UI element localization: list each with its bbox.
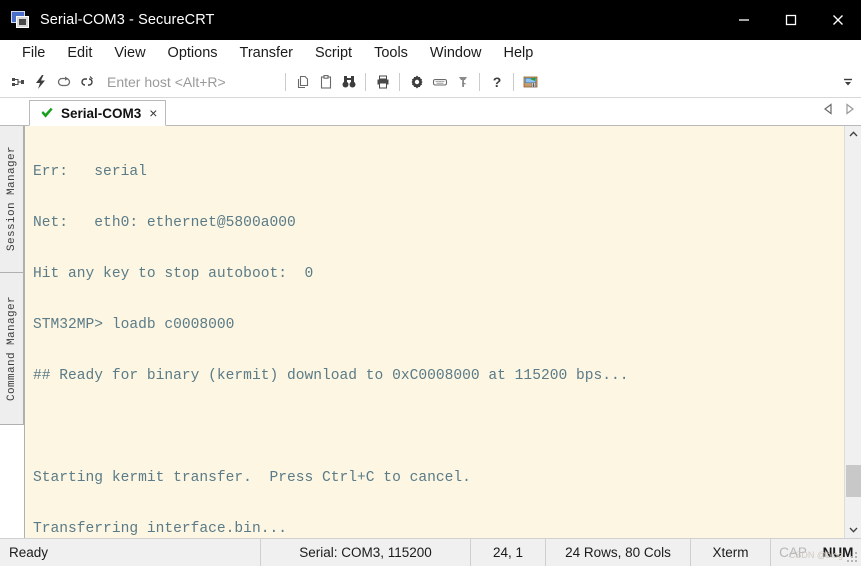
toolbar-separator [399, 73, 400, 91]
scroll-down-chevron-icon[interactable] [844, 521, 861, 538]
status-emulation: Xterm [690, 538, 770, 566]
close-button[interactable] [814, 0, 861, 40]
status-ready: Ready [9, 545, 49, 560]
scrollbar-thumb[interactable] [845, 465, 861, 497]
toolbar-separator [513, 73, 514, 91]
menu-edit[interactable]: Edit [56, 43, 103, 65]
minimize-button[interactable] [720, 0, 767, 40]
tab-scroll-left-icon[interactable] [823, 102, 834, 120]
status-connection: Serial: COM3, 115200 [260, 538, 470, 566]
paste-icon[interactable] [314, 71, 337, 94]
menu-window[interactable]: Window [419, 43, 493, 65]
menu-script[interactable]: Script [304, 43, 363, 65]
terminal-line: Hit any key to stop autoboot: 0 [33, 266, 314, 282]
title-bar: Serial-COM3 - SecureCRT [0, 0, 861, 40]
menu-transfer[interactable]: Transfer [229, 43, 304, 65]
terminal-line: Net: eth0: ethernet@5800a000 [33, 215, 296, 231]
svg-text:?: ? [492, 74, 501, 90]
menu-help[interactable]: Help [493, 43, 545, 65]
session-options-gear-icon[interactable] [405, 71, 428, 94]
quick-connect-icon[interactable] [29, 71, 52, 94]
menu-tools[interactable]: Tools [363, 43, 419, 65]
tab-scroll-right-icon[interactable] [844, 102, 855, 120]
toolbar: Enter host <Alt+R> ? [0, 67, 861, 98]
status-cursor-position: 24, 1 [470, 538, 545, 566]
resize-grip[interactable] [847, 552, 859, 564]
scroll-up-chevron-icon[interactable] [844, 126, 861, 143]
print-icon[interactable] [371, 71, 394, 94]
tab-nav [823, 102, 855, 120]
window-title: Serial-COM3 - SecureCRT [40, 12, 215, 28]
menu-file[interactable]: File [11, 43, 56, 65]
session-manager-icon[interactable] [519, 71, 542, 94]
connect-icon[interactable] [6, 71, 29, 94]
terminal-scrollbar[interactable] [844, 126, 861, 538]
host-input[interactable]: Enter host <Alt+R> [98, 74, 280, 90]
maximize-button[interactable] [767, 0, 814, 40]
scrollbar-track[interactable] [845, 143, 861, 521]
tab-label: Serial-COM3 [61, 105, 142, 121]
terminal-line: Starting kermit transfer. Press Ctrl+C t… [33, 470, 471, 486]
toolbar-separator [479, 73, 480, 91]
keyboard-icon[interactable] [428, 71, 451, 94]
toolbar-separator [285, 73, 286, 91]
sidebar-item-session-manager[interactable]: Session Manager [0, 126, 24, 273]
tab-strip: Serial-COM3 × [0, 98, 861, 126]
disconnect-icon[interactable] [75, 71, 98, 94]
terminal-output[interactable]: Err: serial Net: eth0: ethernet@5800a000… [25, 126, 844, 538]
toolbar-separator [365, 73, 366, 91]
menu-bar: File Edit View Options Transfer Script T… [0, 40, 861, 67]
sidebar-item-label: Command Manager [5, 295, 18, 402]
status-caps-lock: CAP [770, 538, 815, 566]
find-icon[interactable] [337, 71, 360, 94]
terminal-line: STM32MP> loadb c0008000 [33, 317, 235, 333]
terminal-pane: Err: serial Net: eth0: ethernet@5800a000… [25, 126, 861, 538]
menu-options[interactable]: Options [157, 43, 229, 65]
securecrt-window: Serial-COM3 - SecureCRT File Edit View O… [0, 0, 861, 566]
status-dimensions: 24 Rows, 80 Cols [545, 538, 690, 566]
securecrt-app-icon [11, 11, 31, 29]
help-icon[interactable]: ? [485, 71, 508, 94]
reconnect-icon[interactable] [52, 71, 75, 94]
terminal-line: Transferring interface.bin... [33, 521, 287, 537]
sidebar-item-command-manager[interactable]: Command Manager [0, 273, 24, 425]
sidebar-filler [0, 425, 24, 538]
copy-icon[interactable] [291, 71, 314, 94]
main-body: Session Manager Command Manager Err: ser… [0, 126, 861, 538]
status-bar: Ready Serial: COM3, 115200 24, 1 24 Rows… [0, 538, 861, 566]
terminal-line: Err: serial [33, 164, 147, 180]
terminal-line: ## Ready for binary (kermit) download to… [33, 368, 629, 384]
tab-close-icon[interactable]: × [148, 106, 158, 120]
toolbar-overflow-chevron-icon[interactable] [841, 67, 855, 97]
left-sidebar: Session Manager Command Manager [0, 126, 25, 538]
key-icon[interactable] [451, 71, 474, 94]
sidebar-item-label: Session Manager [5, 146, 18, 252]
green-check-icon [40, 106, 54, 120]
tab-serial-com3[interactable]: Serial-COM3 × [29, 100, 167, 126]
menu-view[interactable]: View [103, 43, 156, 65]
window-controls [720, 0, 861, 40]
